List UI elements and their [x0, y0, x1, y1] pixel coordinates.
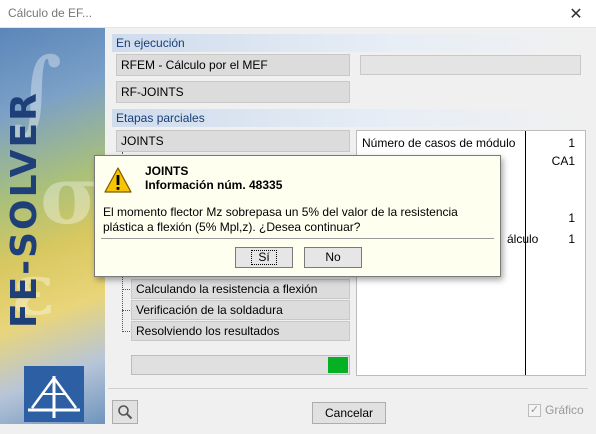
cancel-button[interactable]: Cancelar: [312, 402, 386, 424]
steps-group: Etapas parciales: [112, 109, 588, 127]
tree-root: JOINTS: [116, 130, 350, 152]
grid-value: 1: [568, 232, 575, 246]
dlubal-logo-icon: [24, 366, 84, 422]
no-button[interactable]: No: [304, 247, 362, 268]
no-label: No: [325, 250, 341, 264]
zoom-button[interactable]: [112, 400, 138, 424]
fe-solver-banner: ∫ σ ε FE-SOLVER: [0, 28, 105, 424]
yes-label: Sí: [251, 250, 277, 265]
message-title: JOINTS: [145, 164, 189, 178]
warning-dialog: JOINTS Información núm. 48335 El momento…: [94, 155, 501, 277]
message-subtitle: Información núm. 48335: [145, 178, 283, 192]
running-status-field: [360, 55, 581, 75]
yes-button[interactable]: Sí: [235, 247, 293, 268]
grid-value: 1: [568, 211, 575, 225]
program-field: RFEM - Cálculo por el MEF: [116, 54, 350, 76]
close-icon[interactable]: ✕: [556, 0, 596, 28]
steps-header: Etapas parciales: [112, 109, 588, 127]
warning-icon: [104, 167, 132, 193]
grid-label: álculo: [507, 232, 539, 246]
grid-label: Número de casos de módulo: [362, 136, 516, 150]
progress-bar: [131, 355, 350, 375]
progress-fill: [328, 357, 348, 373]
message-body: El momento flector Mz sobrepasa un 5% de…: [103, 205, 458, 234]
step-item: Calculando la resistencia a flexión: [131, 279, 350, 299]
title-bar: Cálculo de EF... ✕: [0, 0, 596, 28]
step-item: Verificación de la soldadura: [131, 300, 350, 320]
graphics-label: Gráfico: [545, 403, 584, 417]
window-title: Cálculo de EF...: [8, 6, 93, 20]
checkmark-icon[interactable]: ✓: [528, 403, 541, 417]
running-header: En ejecución: [112, 34, 588, 52]
banner-title: FE-SOLVER: [4, 91, 45, 328]
step-item: Resolviendo los resultados: [131, 321, 350, 341]
module-field: RF-JOINTS: [116, 81, 350, 103]
graphics-checkbox[interactable]: ✓ Gráfico: [528, 403, 584, 417]
grid-value: CA1: [551, 154, 575, 168]
magnifier-icon: [118, 405, 133, 420]
grid-value: 1: [568, 136, 575, 150]
